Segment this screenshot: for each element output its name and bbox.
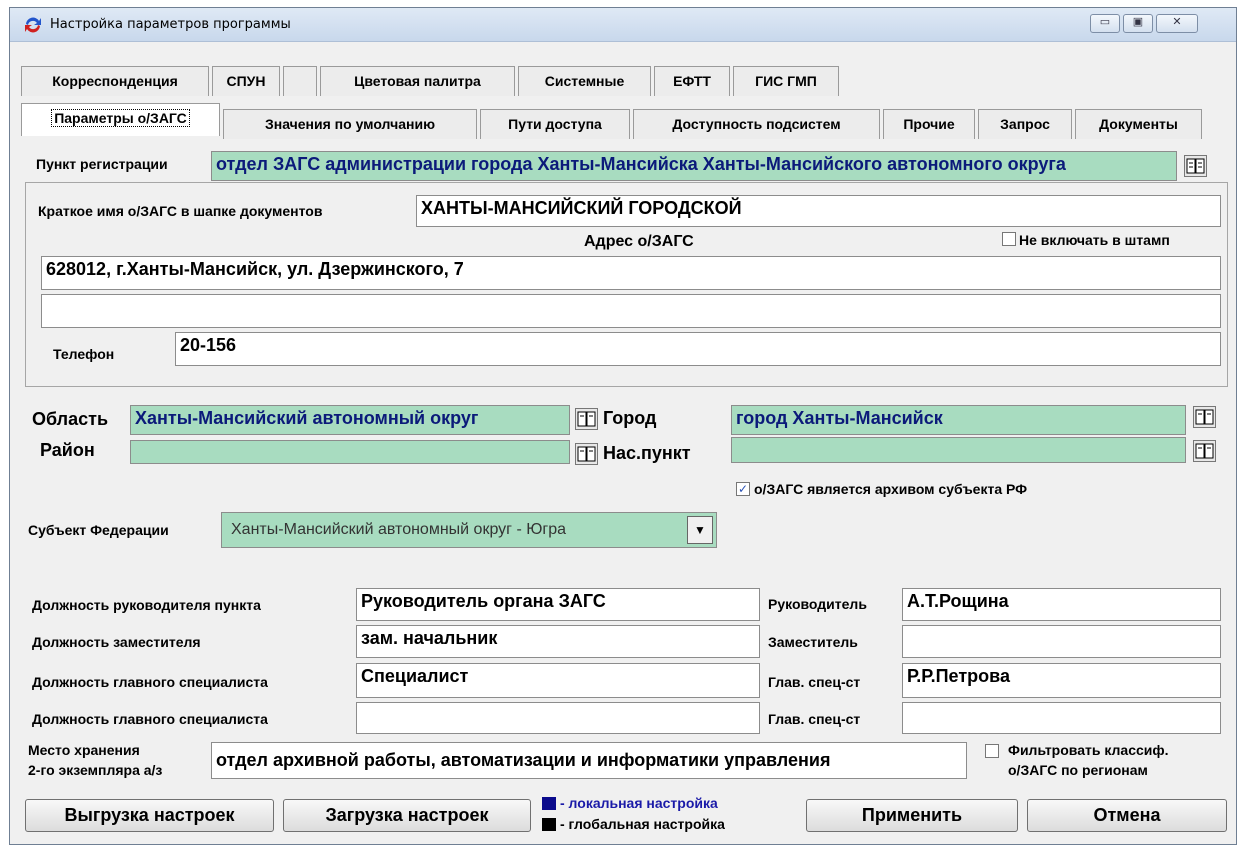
city-label: Город bbox=[603, 408, 657, 428]
no-stamp-label: Не включать в штамп bbox=[1019, 232, 1170, 248]
subject-select-value: Ханты-Мансийский автономный округ - Югра bbox=[231, 521, 567, 538]
city-field[interactable]: город Ханты-Мансийск bbox=[731, 405, 1186, 435]
deputy-position-label: Должность заместителя bbox=[32, 634, 201, 650]
tab-color-palette[interactable]: Цветовая палитра bbox=[320, 66, 515, 96]
rayon-field[interactable] bbox=[130, 440, 570, 464]
short-name-field[interactable]: ХАНТЫ-МАНСИЙСКИЙ ГОРОДСКОЙ bbox=[416, 195, 1221, 227]
minimize-button[interactable]: ▭ bbox=[1090, 14, 1120, 33]
tab-documents[interactable]: Документы bbox=[1075, 109, 1202, 139]
import-settings-button[interactable]: Загрузка настроек bbox=[283, 799, 531, 832]
tab-other[interactable]: Прочие bbox=[883, 109, 975, 139]
rayon-label: Район bbox=[40, 440, 95, 460]
chief-specialist-name-field[interactable]: Р.Р.Петрова bbox=[902, 663, 1221, 698]
subject-dropdown-button[interactable]: ▼ bbox=[687, 516, 713, 544]
settlement-label: Нас.пункт bbox=[603, 443, 691, 463]
minimize-icon: ▭ bbox=[1099, 16, 1111, 28]
tab-access-paths[interactable]: Пути доступа bbox=[480, 109, 630, 139]
no-stamp-checkbox[interactable] bbox=[1002, 232, 1016, 246]
tab-correspondence[interactable]: Корреспонденция bbox=[21, 66, 209, 96]
head-name-label: Руководитель bbox=[768, 596, 867, 612]
tab-spun[interactable]: СПУН bbox=[212, 66, 280, 96]
tab-zags-params-label: Параметры о/ЗАГС bbox=[51, 109, 190, 127]
city-lookup-button[interactable] bbox=[1193, 406, 1216, 428]
address-line2-field[interactable] bbox=[41, 294, 1221, 328]
phone-label: Телефон bbox=[53, 346, 115, 362]
oblast-lookup-button[interactable] bbox=[575, 408, 598, 430]
chief-specialist-position-field[interactable]: Специалист bbox=[356, 663, 760, 698]
tab-defaults[interactable]: Значения по умолчанию bbox=[223, 109, 477, 139]
tab-eftt[interactable]: ЕФТТ bbox=[654, 66, 730, 96]
tab-blank[interactable] bbox=[283, 66, 317, 96]
window-title: Настройка параметров программы bbox=[50, 17, 291, 32]
close-button[interactable]: ✕ bbox=[1156, 14, 1198, 33]
tab-gis-gmp[interactable]: ГИС ГМП bbox=[733, 66, 839, 96]
maximize-icon: ▣ bbox=[1132, 16, 1144, 28]
registration-label: Пункт регистрации bbox=[36, 156, 168, 172]
legend-local-swatch bbox=[542, 797, 556, 810]
filter-regions-checkbox[interactable] bbox=[985, 744, 999, 758]
address-label: Адрес о/ЗАГС bbox=[584, 233, 694, 250]
export-settings-button[interactable]: Выгрузка настроек bbox=[25, 799, 274, 832]
archive-label: о/ЗАГС является архивом субъекта РФ bbox=[754, 481, 1028, 497]
tab-zags-params[interactable]: Параметры о/ЗАГС bbox=[21, 103, 220, 136]
checkmark-icon: ✓ bbox=[737, 482, 749, 496]
title-bar: Настройка параметров программы ▭ ▣ ✕ bbox=[10, 8, 1236, 42]
head-position-label: Должность руководителя пункта bbox=[32, 597, 261, 613]
maximize-button[interactable]: ▣ bbox=[1123, 14, 1153, 33]
subject-select[interactable]: Ханты-Мансийский автономный округ - Югра bbox=[221, 512, 717, 548]
registration-field[interactable]: отдел ЗАГС администрации города Ханты-Ма… bbox=[211, 151, 1177, 181]
legend-global-swatch bbox=[542, 818, 556, 831]
book-icon bbox=[577, 446, 596, 462]
chief-specialist2-position-label: Должность главного специалиста bbox=[32, 711, 268, 727]
settlement-field[interactable] bbox=[731, 437, 1186, 463]
tab-subsystems[interactable]: Доступность подсистем bbox=[633, 109, 880, 139]
book-icon bbox=[1195, 409, 1214, 425]
apply-button[interactable]: Применить bbox=[806, 799, 1018, 832]
chief-specialist2-name-field[interactable] bbox=[902, 702, 1221, 734]
subject-label: Субъект Федерации bbox=[28, 522, 169, 538]
deputy-name-label: Заместитель bbox=[768, 634, 858, 650]
chevron-down-icon: ▼ bbox=[694, 523, 706, 537]
settlement-lookup-button[interactable] bbox=[1193, 440, 1216, 462]
book-icon bbox=[1195, 443, 1214, 459]
close-icon: ✕ bbox=[1172, 16, 1182, 28]
short-name-label: Краткое имя о/ЗАГС в шапке документов bbox=[38, 203, 323, 219]
chief-specialist2-name-label: Глав. спец-ст bbox=[768, 711, 861, 727]
filter-regions-label-line1: Фильтровать классиф. bbox=[1008, 742, 1169, 758]
book-icon bbox=[1186, 158, 1205, 174]
deputy-name-field[interactable] bbox=[902, 625, 1221, 658]
address-line1-field[interactable]: 628012, г.Ханты-Мансийск, ул. Дзержинско… bbox=[41, 256, 1221, 290]
filter-regions-label-line2: о/ЗАГС по регионам bbox=[1008, 762, 1148, 778]
oblast-label: Область bbox=[32, 409, 109, 429]
tab-system[interactable]: Системные bbox=[518, 66, 651, 96]
storage-field[interactable]: отдел архивной работы, автоматизации и и… bbox=[211, 742, 967, 779]
rayon-lookup-button[interactable] bbox=[575, 443, 598, 465]
storage-label-line1: Место хранения bbox=[28, 742, 140, 758]
chief-specialist2-position-field[interactable] bbox=[356, 702, 760, 734]
legend-global-label: - глобальная настройка bbox=[560, 816, 725, 832]
registration-lookup-button[interactable] bbox=[1184, 155, 1207, 177]
head-name-field[interactable]: А.Т.Рощина bbox=[902, 588, 1221, 621]
deputy-position-field[interactable]: зам. начальник bbox=[356, 625, 760, 658]
phone-field[interactable]: 20-156 bbox=[175, 332, 1221, 366]
book-icon bbox=[577, 411, 596, 427]
head-position-field[interactable]: Руководитель органа ЗАГС bbox=[356, 588, 760, 621]
legend-local-label: - локальная настройка bbox=[560, 795, 718, 811]
archive-checkbox[interactable]: ✓ bbox=[736, 482, 750, 496]
chief-specialist-name-label: Глав. спец-ст bbox=[768, 674, 861, 690]
chief-specialist-position-label: Должность главного специалиста bbox=[32, 674, 268, 690]
tab-request[interactable]: Запрос bbox=[978, 109, 1072, 139]
cancel-button[interactable]: Отмена bbox=[1027, 799, 1227, 832]
storage-label-line2: 2-го экземпляра а/з bbox=[28, 762, 163, 778]
oblast-field[interactable]: Ханты-Мансийский автономный округ bbox=[130, 405, 570, 435]
app-icon bbox=[25, 17, 41, 33]
